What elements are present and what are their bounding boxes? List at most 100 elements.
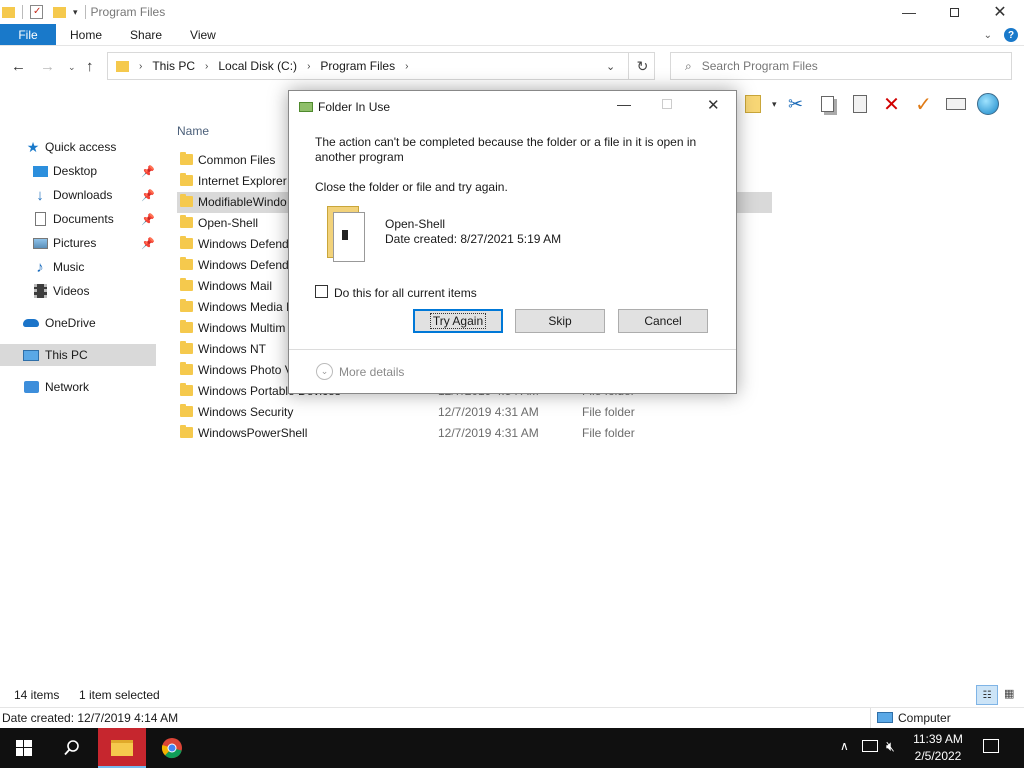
selected-count: 1 item selected bbox=[79, 688, 160, 702]
dialog-close-button[interactable]: ✕ bbox=[707, 96, 720, 114]
sidebar-item-label: Music bbox=[53, 260, 85, 274]
cut-icon[interactable]: ✂ bbox=[783, 91, 809, 117]
windows-icon bbox=[16, 740, 32, 756]
search-box[interactable]: ⌕ Search Program Files bbox=[670, 52, 1012, 80]
search-button[interactable] bbox=[48, 728, 96, 768]
file-row[interactable]: WindowsPowerShell 12/7/2019 4:31 AM File f… bbox=[177, 423, 772, 444]
pin-icon[interactable]: 📌 bbox=[141, 237, 155, 250]
skip-button[interactable]: Skip bbox=[515, 309, 605, 333]
file-row[interactable]: Windows Security 12/7/2019 4:31 AM File fo… bbox=[177, 402, 772, 423]
folder-icon bbox=[180, 173, 193, 186]
search-icon bbox=[64, 740, 79, 756]
recent-locations-button[interactable]: ⌄ bbox=[68, 62, 76, 73]
file-name: Windows Media I bbox=[198, 300, 290, 314]
sidebar-item-desktop[interactable]: Desktop 📌 bbox=[0, 160, 156, 182]
paste-icon[interactable] bbox=[847, 91, 873, 117]
refresh-button[interactable]: ↻ bbox=[628, 53, 656, 79]
back-button[interactable]: ← bbox=[11, 58, 26, 75]
pin-icon[interactable]: 📌 bbox=[141, 213, 155, 226]
try-again-button[interactable]: Try Again bbox=[413, 309, 503, 333]
onedrive-icon bbox=[23, 315, 39, 331]
cancel-button[interactable]: Cancel bbox=[618, 309, 708, 333]
new-folder-icon[interactable] bbox=[53, 6, 66, 18]
sidebar-item-onedrive[interactable]: OneDrive bbox=[0, 312, 156, 334]
sidebar-item-this-pc[interactable]: This PC bbox=[0, 344, 156, 366]
file-name: Windows Defend bbox=[198, 258, 289, 272]
sidebar-item-network[interactable]: Network bbox=[0, 376, 156, 398]
address-row: ← → ⌄ ↑ › This PC › Local Disk (C:) › Pr… bbox=[0, 48, 1024, 86]
customize-qat-icon[interactable]: ▾ bbox=[73, 7, 78, 18]
dialog-minimize-button[interactable]: — bbox=[617, 96, 631, 112]
notifications-icon[interactable] bbox=[983, 739, 999, 753]
shell-icon[interactable] bbox=[975, 91, 1001, 117]
expand-ribbon-icon[interactable]: ⌄ bbox=[984, 30, 992, 41]
chevron-down-icon[interactable]: ⌄ bbox=[316, 363, 333, 380]
volume-muted-icon[interactable]: 🔇︎ bbox=[886, 738, 895, 755]
chevron-right-icon: › bbox=[405, 60, 409, 72]
copy-icon[interactable] bbox=[815, 91, 841, 117]
file-name: Windows Photo V bbox=[198, 363, 293, 377]
dropdown-arrow-icon[interactable]: ▾ bbox=[772, 99, 777, 110]
folder-icon bbox=[180, 362, 193, 375]
address-bar[interactable]: › This PC › Local Disk (C:) › Program Fi… bbox=[107, 52, 655, 80]
checkmark-icon[interactable]: ✓ bbox=[911, 91, 937, 117]
properties-folder-icon[interactable] bbox=[740, 91, 766, 117]
sidebar-item-quick-access[interactable]: ★ Quick access bbox=[0, 136, 156, 158]
breadcrumb-this-pc[interactable]: This PC bbox=[152, 59, 195, 73]
delete-icon[interactable]: ✕ bbox=[879, 91, 905, 117]
sidebar-item-downloads[interactable]: ↓ Downloads 📌 bbox=[0, 184, 156, 206]
restore-icon bbox=[949, 7, 959, 17]
pin-icon[interactable]: 📌 bbox=[141, 165, 155, 178]
documents-icon bbox=[32, 211, 48, 227]
folder-icon bbox=[180, 404, 193, 417]
minimize-button[interactable]: — bbox=[886, 0, 932, 24]
breadcrumb-local-disk[interactable]: Local Disk (C:) bbox=[218, 59, 297, 73]
address-dropdown-button[interactable]: ⌄ bbox=[606, 60, 615, 73]
large-icons-view-button[interactable]: ▦ bbox=[1004, 687, 1014, 700]
divider bbox=[22, 5, 23, 19]
network-status-icon[interactable] bbox=[862, 740, 878, 752]
file-explorer-taskbar-button[interactable] bbox=[98, 728, 146, 768]
chevron-right-icon: › bbox=[205, 60, 209, 72]
sidebar-item-videos[interactable]: Videos bbox=[0, 280, 156, 302]
sidebar-item-label: Downloads bbox=[53, 188, 113, 202]
date-created-status: Date created: 12/7/2019 4:14 AM bbox=[2, 710, 179, 725]
sidebar-item-label: Pictures bbox=[53, 236, 97, 250]
chrome-taskbar-button[interactable] bbox=[148, 728, 196, 768]
file-type: File folder bbox=[582, 405, 635, 419]
clock-time[interactable]: 11:39 AM bbox=[905, 732, 971, 746]
start-button[interactable] bbox=[0, 728, 48, 768]
tab-view[interactable]: View bbox=[176, 24, 230, 45]
sidebar-item-music[interactable]: ♪ Music bbox=[0, 256, 156, 278]
apply-to-all-label[interactable]: Do this for all current items bbox=[334, 286, 477, 300]
maximize-button[interactable] bbox=[931, 0, 977, 24]
close-button[interactable]: ✕ bbox=[977, 0, 1023, 24]
sidebar-item-label: Documents bbox=[53, 212, 114, 226]
breadcrumb-program-files[interactable]: Program Files bbox=[320, 59, 395, 73]
forward-button[interactable]: → bbox=[40, 58, 55, 75]
tab-file[interactable]: File bbox=[0, 24, 56, 45]
dialog-title: Folder In Use bbox=[318, 100, 391, 114]
sidebar-item-label: Quick access bbox=[45, 140, 117, 154]
apply-to-all-checkbox[interactable] bbox=[315, 285, 328, 298]
file-name: Windows Security bbox=[198, 405, 294, 419]
up-button[interactable]: ↑ bbox=[86, 58, 94, 75]
rename-icon[interactable] bbox=[943, 91, 969, 117]
sidebar-item-documents[interactable]: Documents 📌 bbox=[0, 208, 156, 230]
column-header-name[interactable]: Name bbox=[177, 124, 209, 138]
pictures-icon bbox=[32, 235, 48, 251]
chrome-icon bbox=[161, 738, 182, 759]
properties-icon[interactable]: ✓ bbox=[30, 5, 43, 19]
file-name: ModifiableWindo bbox=[198, 195, 287, 209]
tab-share[interactable]: Share bbox=[116, 24, 176, 45]
show-hidden-icons-button[interactable]: ∧ bbox=[840, 739, 849, 753]
sidebar-item-pictures[interactable]: Pictures 📌 bbox=[0, 232, 156, 254]
pin-icon[interactable]: 📌 bbox=[141, 189, 155, 202]
sidebar-item-label: This PC bbox=[45, 348, 88, 362]
clock-date[interactable]: 2/5/2022 bbox=[905, 749, 971, 763]
help-icon[interactable]: ? bbox=[1004, 28, 1018, 42]
tab-home[interactable]: Home bbox=[56, 24, 116, 45]
details-view-button[interactable]: ☷ bbox=[976, 685, 998, 705]
sidebar-item-label: Videos bbox=[53, 284, 90, 298]
more-details-toggle[interactable]: More details bbox=[339, 365, 404, 379]
